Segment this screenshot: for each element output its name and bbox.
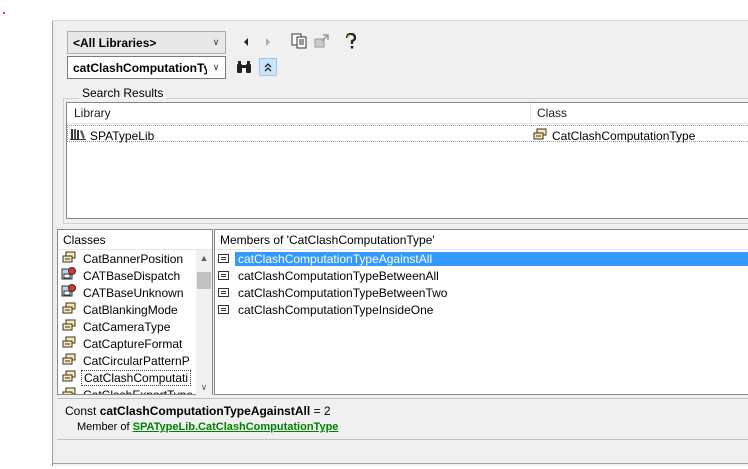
details-declaration: Const catClashComputationTypeAgainstAll … [65, 404, 331, 418]
class-list-item-label: CATBaseDispatch [83, 268, 181, 283]
result-library-text: SPATypeLib [90, 128, 155, 143]
member-of-text: Member of [77, 421, 133, 433]
class-link[interactable]: CatClashComputationType [198, 421, 338, 433]
constant-icon [218, 303, 229, 317]
class-list-item[interactable]: CATBaseDispatch [59, 267, 197, 284]
library-icon [70, 128, 86, 143]
details-pane: Const catClashComputationTypeAgainstAll … [57, 398, 748, 440]
enum-icon [61, 353, 77, 368]
class-list-item-label: CatClashExportType [81, 388, 195, 395]
view-definition-icon[interactable] [313, 32, 331, 50]
search-combo[interactable]: catClashComputationTyp ∨ [67, 56, 226, 79]
details-value: = 2 [310, 404, 331, 418]
class-list-item-label: CatCircularPatternP [83, 353, 190, 368]
members-panel: Members of 'CatClashComputationType' cat… [214, 229, 748, 395]
member-list-item-label: catClashComputationTypeInsideOne [238, 302, 434, 317]
members-list[interactable]: catClashComputationTypeAgainstAll catClas… [215, 250, 748, 318]
member-list-item-label: catClashComputationTypeBetweenTwo [238, 285, 448, 300]
binoculars-icon[interactable] [235, 58, 253, 76]
chevron-down-icon[interactable]: ∨ [207, 57, 225, 78]
class-list-item[interactable]: CatClashExportType [59, 386, 197, 394]
enum-icon [61, 302, 77, 317]
enum-icon [61, 387, 77, 394]
constant-icon [218, 286, 229, 300]
show-hide-results-icon[interactable] [259, 58, 277, 76]
member-list-item[interactable]: catClashComputationTypeBetweenTwo [215, 284, 748, 301]
class-list-item-label: CatBannerPosition [83, 251, 184, 266]
window-bottom-border [52, 463, 748, 464]
library-combo[interactable]: <All Libraries> ∨ [67, 31, 226, 54]
enum-icon [61, 251, 77, 266]
enum-icon [61, 336, 77, 351]
class-list-item[interactable]: CatBannerPosition [59, 250, 197, 267]
classes-title: Classes [63, 233, 106, 247]
enum-icon [61, 319, 77, 334]
class-list-item[interactable]: CatCircularPatternP [59, 352, 197, 369]
class-list-item[interactable]: CatCameraType [59, 318, 197, 335]
window-top-border [52, 20, 748, 21]
search-result-row[interactable]: SPATypeLib CatClashComputationType [67, 125, 748, 143]
member-list-item[interactable]: catClashComputationTypeInsideOne [215, 301, 748, 318]
class-list-item[interactable]: CatBlankingMode [59, 301, 197, 318]
class-list-item-label: CATBaseUnknown [83, 285, 184, 300]
search-results-label: Search Results [79, 86, 167, 100]
enum-icon [61, 370, 77, 385]
search-results-header: Library Class [67, 103, 748, 124]
column-header-class[interactable]: Class [537, 106, 567, 120]
details-member-of: Member of SPATypeLib.CatClashComputation… [77, 421, 338, 433]
constant-icon [218, 252, 229, 266]
classes-list[interactable]: CatBannerPosition CATBaseDispatch CATBaseU… [59, 250, 197, 394]
class-list-item-label: CatBlankingMode [83, 302, 178, 317]
class-list-item-label: CatClashComputati [81, 369, 192, 386]
scroll-down-icon[interactable]: ∨ [196, 379, 212, 395]
column-header-library[interactable]: Library [74, 106, 111, 120]
scroll-up-icon[interactable]: ▲ [196, 250, 212, 266]
classes-panel: Classes CatBannerPosition CATBaseDispatch… [57, 229, 213, 395]
scroll-thumb[interactable] [197, 272, 211, 289]
result-class-text: CatClashComputationType [552, 128, 696, 143]
result-library-cell: SPATypeLib [70, 128, 154, 143]
forward-arrow-icon[interactable] [259, 33, 277, 51]
details-member-name: catClashComputationTypeAgainstAll [99, 404, 311, 418]
search-combo-value[interactable]: catClashComputationTyp [73, 61, 207, 75]
member-list-item[interactable]: catClashComputationTypeAgainstAll [215, 250, 748, 267]
search-results-list[interactable]: Library Class SPATypeLib CatClashComputa… [66, 102, 748, 219]
chevron-down-icon[interactable]: ∨ [207, 32, 225, 53]
library-link[interactable]: SPATypeLib [133, 421, 195, 433]
back-arrow-icon[interactable] [237, 33, 255, 51]
constant-icon [218, 269, 229, 283]
column-separator[interactable] [530, 103, 531, 124]
class-list-item-label: CatCaptureFormat [83, 336, 183, 351]
class-icon [61, 267, 77, 284]
class-list-item[interactable]: CATBaseUnknown [59, 284, 197, 301]
enum-icon [532, 128, 548, 143]
copy-to-clipboard-icon[interactable] [290, 32, 308, 50]
library-combo-value: <All Libraries> [73, 36, 157, 50]
member-list-item-label: catClashComputationTypeBetweenAll [238, 268, 439, 283]
members-title: Members of 'CatClashComputationType' [220, 233, 435, 247]
class-icon [61, 284, 77, 301]
class-list-item[interactable]: CatClashComputati [59, 369, 197, 386]
class-list-item[interactable]: CatCaptureFormat [59, 335, 197, 352]
help-icon[interactable] [342, 32, 360, 50]
class-list-item-label: CatCameraType [83, 319, 171, 334]
member-list-item[interactable]: catClashComputationTypeBetweenAll [215, 267, 748, 284]
stray-pixel [3, 12, 5, 14]
details-prefix: Const [65, 404, 100, 418]
member-list-item-label: catClashComputationTypeAgainstAll [235, 251, 748, 266]
result-class-cell: CatClashComputationType [532, 128, 695, 143]
classes-scrollbar[interactable]: ▲ ∨ [196, 250, 212, 395]
